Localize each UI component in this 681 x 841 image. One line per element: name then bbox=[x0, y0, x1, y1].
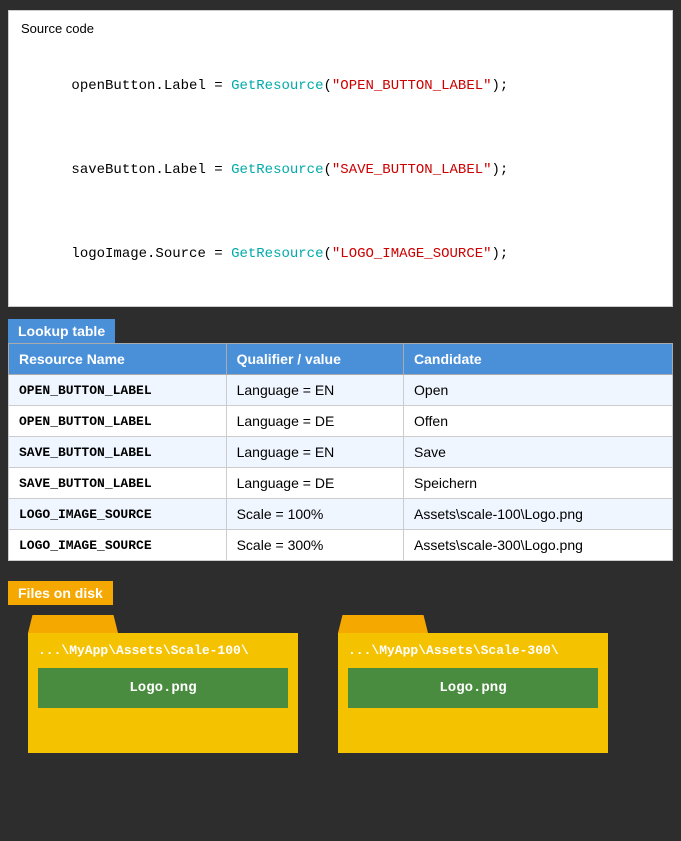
code-line-3: logoImage.Source = GetResource("LOGO_IMA… bbox=[21, 212, 660, 296]
cell-candidate: Speichern bbox=[404, 468, 673, 499]
folder-tab bbox=[28, 615, 118, 633]
file-icon: Logo.png bbox=[348, 668, 598, 708]
table-row: LOGO_IMAGE_SOURCEScale = 300%Assets\scal… bbox=[9, 530, 673, 561]
cell-candidate: Assets\scale-300\Logo.png bbox=[404, 530, 673, 561]
cell-candidate: Offen bbox=[404, 406, 673, 437]
folders-row: ...\MyApp\Assets\Scale-100\Logo.png...\M… bbox=[8, 605, 673, 763]
table-row: OPEN_BUTTON_LABELLanguage = ENOpen bbox=[9, 375, 673, 406]
col-header-candidate: Candidate bbox=[404, 344, 673, 375]
table-row: LOGO_IMAGE_SOURCEScale = 100%Assets\scal… bbox=[9, 499, 673, 530]
folder-path: ...\MyApp\Assets\Scale-300\ bbox=[348, 643, 598, 658]
folder-tab bbox=[338, 615, 428, 633]
cell-qualifier: Language = DE bbox=[226, 468, 403, 499]
table-row: OPEN_BUTTON_LABELLanguage = DEOffen bbox=[9, 406, 673, 437]
files-section: Files on disk ...\MyApp\Assets\Scale-100… bbox=[8, 581, 673, 763]
col-header-qualifier: Qualifier / value bbox=[226, 344, 403, 375]
source-code-section: Source code openButton.Label = GetResour… bbox=[8, 10, 673, 307]
table-row: SAVE_BUTTON_LABELLanguage = ENSave bbox=[9, 437, 673, 468]
code-line-2: saveButton.Label = GetResource("SAVE_BUT… bbox=[21, 128, 660, 212]
lookup-section: Lookup table Resource Name Qualifier / v… bbox=[8, 319, 673, 561]
cell-qualifier: Language = EN bbox=[226, 375, 403, 406]
cell-resource-name: SAVE_BUTTON_LABEL bbox=[9, 468, 227, 499]
cell-qualifier: Scale = 100% bbox=[226, 499, 403, 530]
folder-wrapper: ...\MyApp\Assets\Scale-300\ Logo.png bbox=[338, 615, 608, 753]
cell-qualifier: Scale = 300% bbox=[226, 530, 403, 561]
lookup-label: Lookup table bbox=[8, 319, 115, 343]
folder-container: ...\MyApp\Assets\Scale-300\ Logo.png bbox=[338, 615, 608, 753]
cell-resource-name: LOGO_IMAGE_SOURCE bbox=[9, 530, 227, 561]
cell-qualifier: Language = EN bbox=[226, 437, 403, 468]
folder-container: ...\MyApp\Assets\Scale-100\ Logo.png bbox=[28, 615, 298, 753]
folder-path: ...\MyApp\Assets\Scale-100\ bbox=[38, 643, 288, 658]
cell-resource-name: LOGO_IMAGE_SOURCE bbox=[9, 499, 227, 530]
code-block: openButton.Label = GetResource("OPEN_BUT… bbox=[21, 44, 660, 296]
cell-candidate: Open bbox=[404, 375, 673, 406]
folder-wrapper: ...\MyApp\Assets\Scale-100\ Logo.png bbox=[28, 615, 298, 753]
files-label: Files on disk bbox=[8, 581, 113, 605]
cell-resource-name: OPEN_BUTTON_LABEL bbox=[9, 406, 227, 437]
lookup-table: Resource Name Qualifier / value Candidat… bbox=[8, 343, 673, 561]
folder-body: ...\MyApp\Assets\Scale-300\ Logo.png bbox=[338, 633, 608, 753]
source-code-label: Source code bbox=[21, 21, 660, 36]
col-header-resource-name: Resource Name bbox=[9, 344, 227, 375]
folder-body: ...\MyApp\Assets\Scale-100\ Logo.png bbox=[28, 633, 298, 753]
cell-resource-name: OPEN_BUTTON_LABEL bbox=[9, 375, 227, 406]
table-row: SAVE_BUTTON_LABELLanguage = DESpeichern bbox=[9, 468, 673, 499]
code-line-1: openButton.Label = GetResource("OPEN_BUT… bbox=[21, 44, 660, 128]
cell-qualifier: Language = DE bbox=[226, 406, 403, 437]
cell-candidate: Save bbox=[404, 437, 673, 468]
cell-resource-name: SAVE_BUTTON_LABEL bbox=[9, 437, 227, 468]
file-icon: Logo.png bbox=[38, 668, 288, 708]
table-header-row: Resource Name Qualifier / value Candidat… bbox=[9, 344, 673, 375]
cell-candidate: Assets\scale-100\Logo.png bbox=[404, 499, 673, 530]
